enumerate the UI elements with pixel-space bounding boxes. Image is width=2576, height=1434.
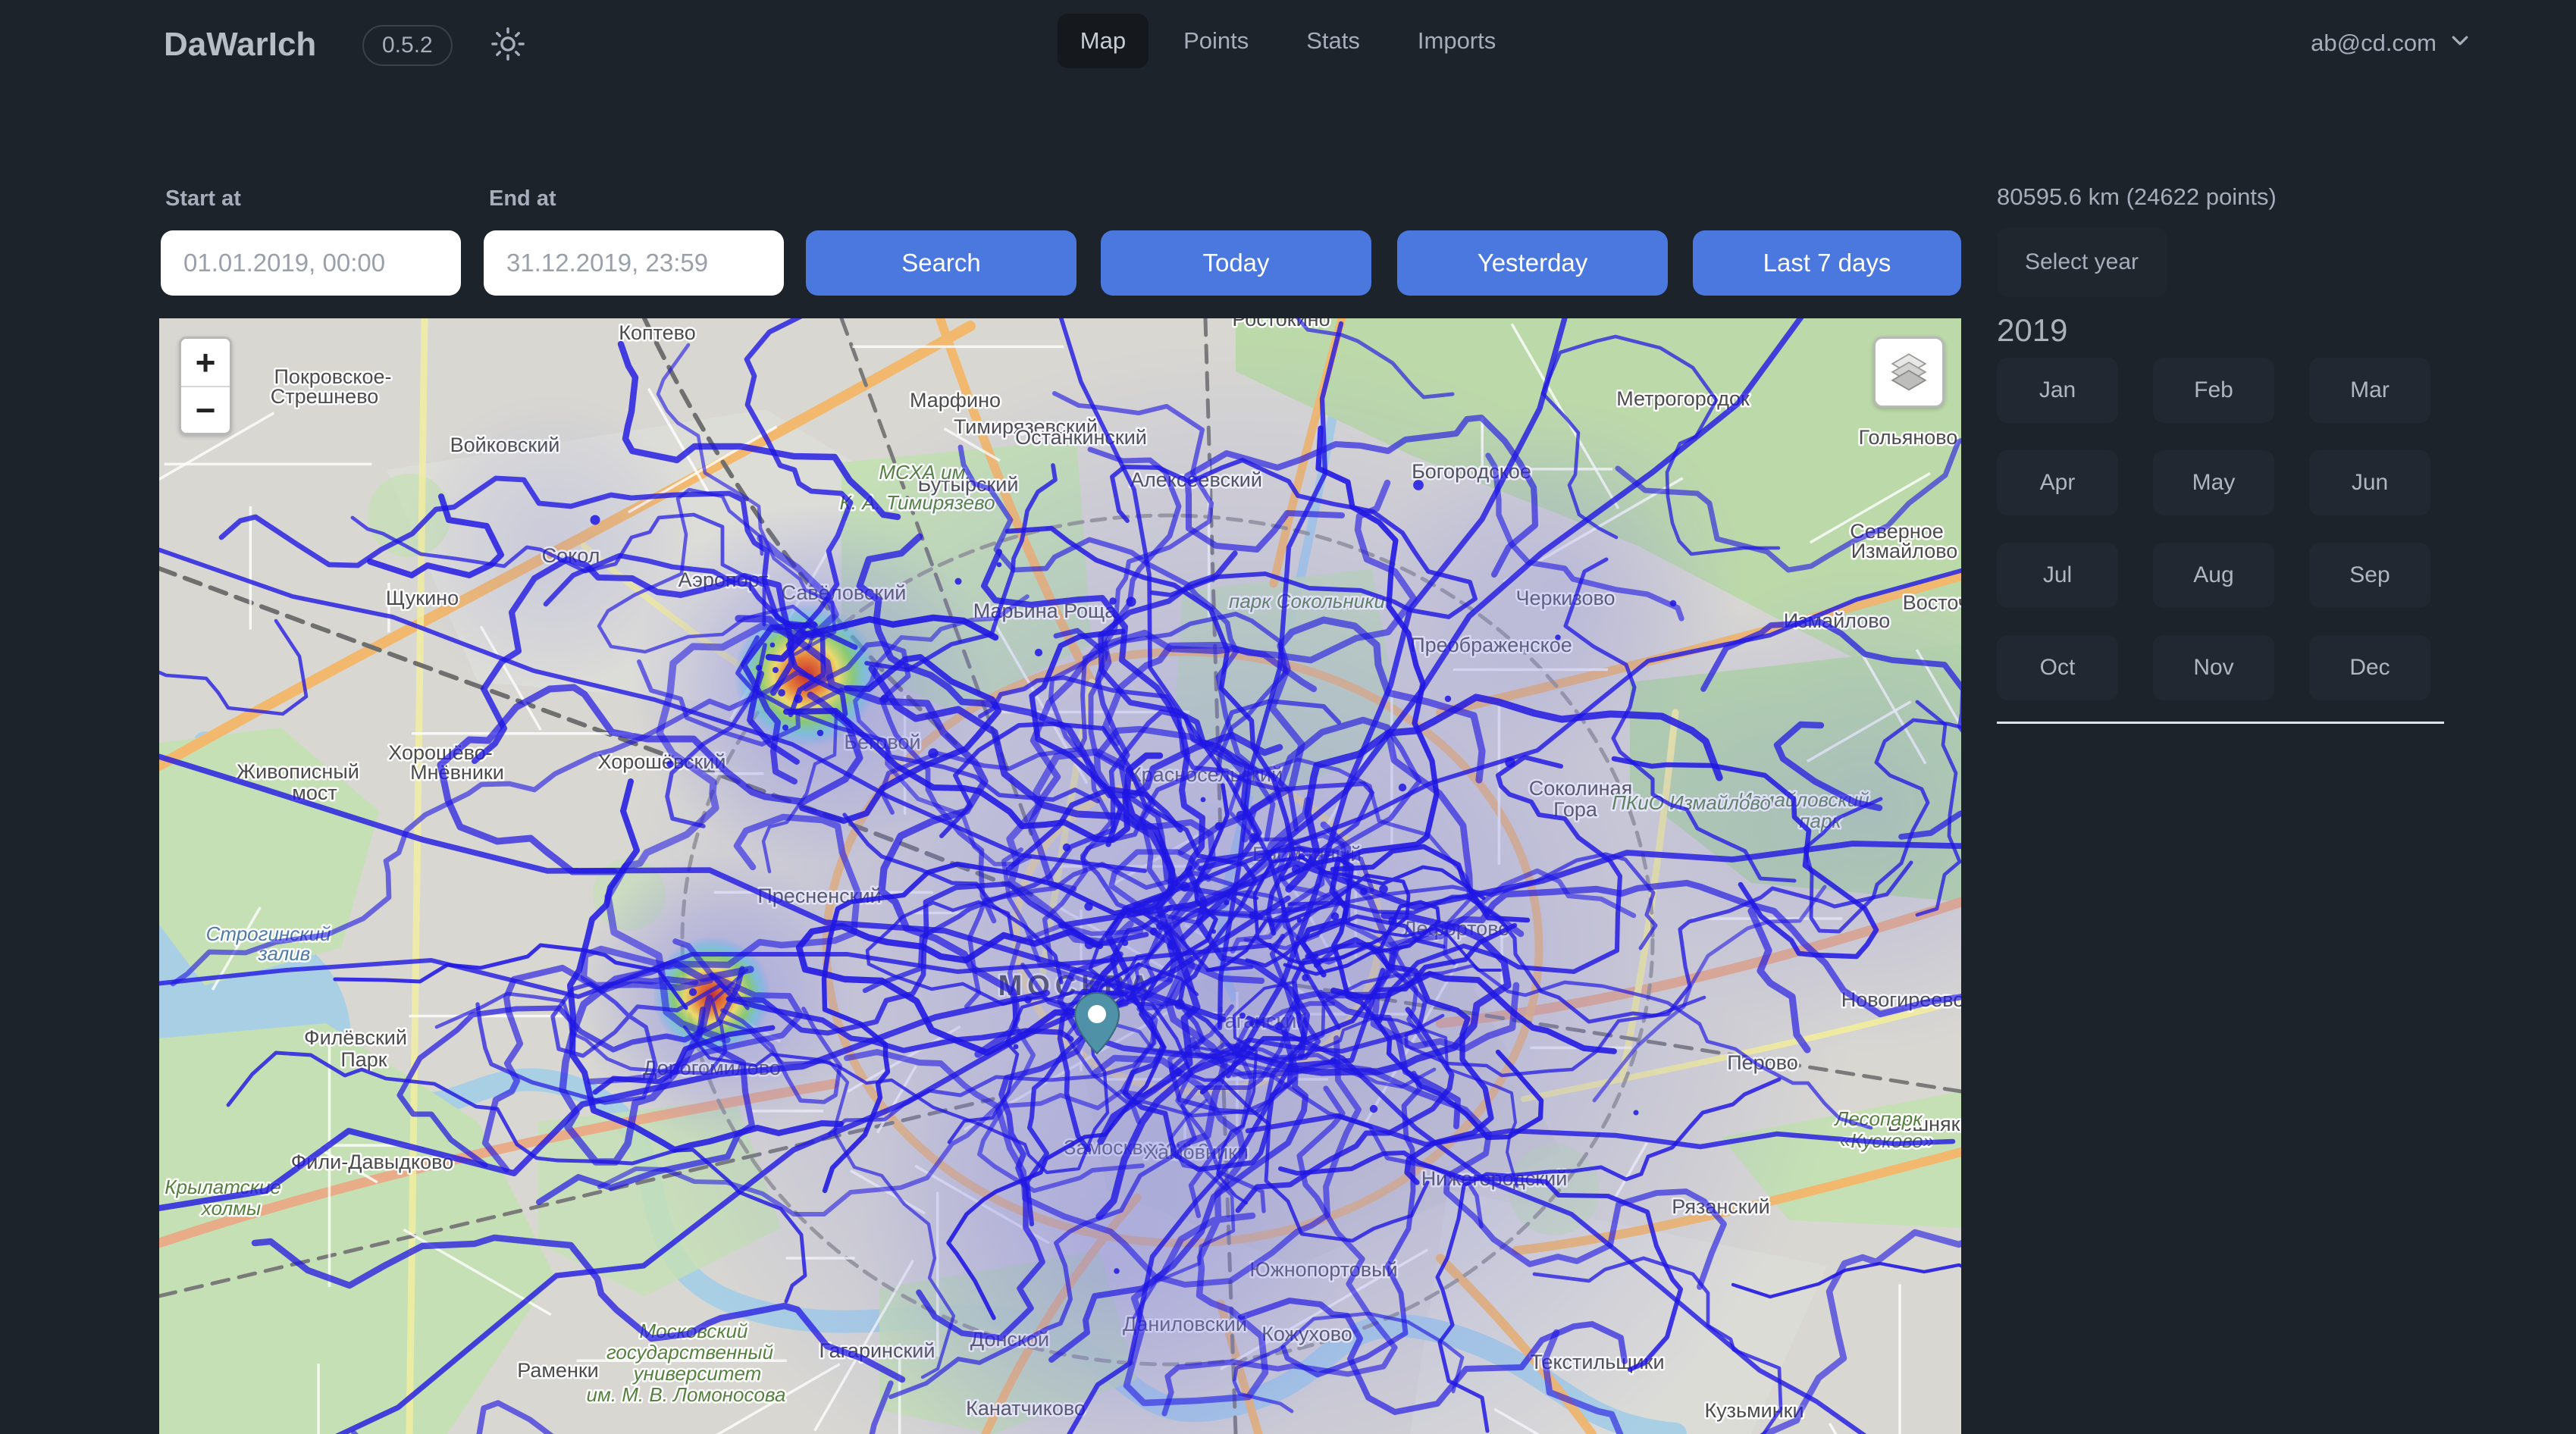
month-button-sep[interactable]: Sep — [2309, 543, 2430, 608]
month-button-jan[interactable]: Jan — [1997, 358, 2118, 423]
map-marker-pin[interactable] — [1073, 991, 1120, 1055]
month-button-aug[interactable]: Aug — [2153, 543, 2274, 608]
select-year-button[interactable]: Select year — [1997, 227, 2167, 297]
month-button-oct[interactable]: Oct — [1997, 635, 2118, 700]
map-label: Живописный — [237, 760, 359, 783]
month-button-nov[interactable]: Nov — [2153, 635, 2274, 700]
user-email: ab@cd.com — [2311, 30, 2437, 57]
map-label: Мнёвники — [410, 761, 504, 784]
map-label: Раменки — [517, 1359, 599, 1382]
tab-points[interactable]: Points — [1161, 14, 1271, 68]
start-at-label: Start at — [165, 186, 241, 211]
tab-stats[interactable]: Stats — [1283, 14, 1383, 68]
chevron-down-icon — [2449, 29, 2471, 58]
main-nav: MapPointsStatsImports — [1058, 14, 1519, 68]
month-button-dec[interactable]: Dec — [2309, 635, 2430, 700]
start-date-input[interactable] — [161, 230, 461, 296]
map-canvas[interactable]: РостокиноКоптевоМарфиноПокровское-Стрешн… — [159, 318, 1961, 1434]
app-root: { "app": { "name": "DaWarIch", "version"… — [0, 0, 2576, 1434]
map-label: Лесопарк — [1834, 1107, 1924, 1130]
months-grid: Jan Feb Mar Apr May Jun Jul Aug Sep Oct Nov Dec — [1997, 358, 2430, 700]
layers-icon — [1887, 349, 1931, 396]
zoom-out-button[interactable]: − — [181, 386, 230, 433]
map-label: Стрешнево — [271, 385, 379, 408]
app-logo[interactable]: DaWarIch — [164, 26, 316, 64]
today-button[interactable]: Today — [1101, 230, 1371, 296]
map-label: Измайлово — [1851, 540, 1958, 562]
map-zoom-control: + − — [179, 337, 232, 435]
map-label: Филёвский — [304, 1026, 407, 1049]
sun-icon — [490, 27, 525, 65]
month-button-apr[interactable]: Apr — [1997, 450, 2118, 515]
map-label: Гольяново — [1859, 426, 1958, 449]
theme-toggle-button[interactable] — [487, 24, 529, 67]
map-label: им. М. В. Ломоносова — [587, 1383, 786, 1406]
zoom-in-button[interactable]: + — [181, 339, 230, 386]
tab-imports[interactable]: Imports — [1395, 14, 1518, 68]
month-button-jun[interactable]: Jun — [2309, 450, 2430, 515]
month-button-mar[interactable]: Mar — [2309, 358, 2430, 423]
map-layers-control[interactable] — [1873, 337, 1945, 408]
map-label: Кузьминки — [1704, 1399, 1804, 1422]
tab-map[interactable]: Map — [1058, 14, 1149, 68]
map-tiles-layer: РостокиноКоптевоМарфиноПокровское-Стрешн… — [159, 318, 1961, 1434]
user-menu[interactable]: ab@cd.com — [2311, 29, 2471, 58]
end-at-label: End at — [489, 186, 556, 211]
map-label: Ростокино — [1232, 318, 1330, 330]
month-button-feb[interactable]: Feb — [2153, 358, 2274, 423]
header: DaWarIch 0.5.2 MapPointsStatsImports ab@… — [0, 0, 2576, 91]
version-badge: 0.5.2 — [362, 25, 453, 66]
end-date-input[interactable] — [484, 230, 784, 296]
map-label: университет — [632, 1362, 762, 1385]
map-label: Метрогородок — [1616, 387, 1750, 410]
panel-divider — [1997, 722, 2444, 724]
last-7-days-button[interactable]: Last 7 days — [1693, 230, 1961, 296]
month-button-may[interactable]: May — [2153, 450, 2274, 515]
map-label: Коптево — [619, 321, 696, 344]
map-label: Парк — [340, 1048, 387, 1071]
search-button[interactable]: Search — [806, 230, 1076, 296]
distance-stats: 80595.6 km (24622 points) — [1997, 183, 2277, 211]
yesterday-button[interactable]: Yesterday — [1397, 230, 1668, 296]
month-button-jul[interactable]: Jul — [1997, 543, 2118, 608]
year-heading: 2019 — [1997, 312, 2067, 349]
